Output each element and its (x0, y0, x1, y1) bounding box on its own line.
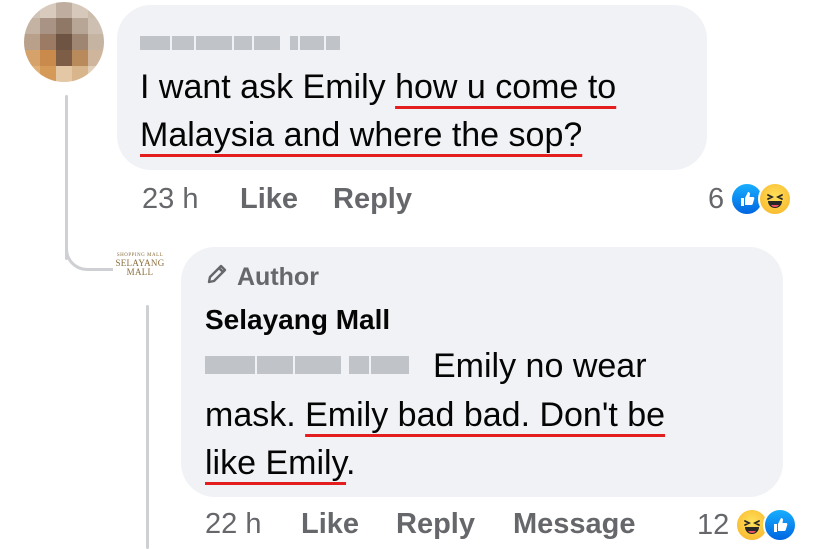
comment-reactions[interactable]: 6 (708, 182, 793, 216)
commenter-avatar[interactable] (24, 2, 104, 82)
reply-text-line-1: Emily no wear (433, 347, 647, 385)
mentioned-name-blurred[interactable] (205, 356, 409, 374)
reply-timestamp[interactable]: 22 h (205, 508, 261, 541)
comment-reply-button[interactable]: Reply (333, 183, 412, 216)
comment-text-line-2: Malaysia and where the sop? (140, 116, 583, 154)
reply-reply-button[interactable]: Reply (396, 508, 475, 541)
like-icon (763, 508, 798, 542)
comment-reaction-count: 6 (708, 182, 725, 215)
comment-like-button[interactable]: Like (240, 183, 298, 216)
reply-like-button[interactable]: Like (301, 508, 359, 541)
author-badge: Author (205, 262, 319, 293)
page-avatar[interactable]: SHOPPING MALL SELAYANG MALL (108, 253, 172, 289)
reply-reactions[interactable]: 12 (697, 508, 798, 542)
reply-message-button[interactable]: Message (513, 508, 636, 541)
pencil-icon (205, 262, 229, 293)
reply-text-line-2: mask. Emily bad bad. Don't be (205, 396, 666, 434)
thread-connector (65, 228, 113, 271)
reply-thread-line (146, 305, 149, 549)
commenter-name-blurred[interactable] (140, 36, 340, 50)
comment-timestamp[interactable]: 23 h (142, 183, 198, 216)
reply-text-line-3: like Emily. (205, 444, 356, 482)
comment-text-line-1: I want ask Emily how u come to (140, 68, 617, 106)
author-badge-label: Author (237, 263, 319, 291)
reply-reaction-count: 12 (697, 508, 730, 541)
haha-icon (758, 182, 793, 216)
reply-author-name[interactable]: Selayang Mall (205, 304, 390, 336)
